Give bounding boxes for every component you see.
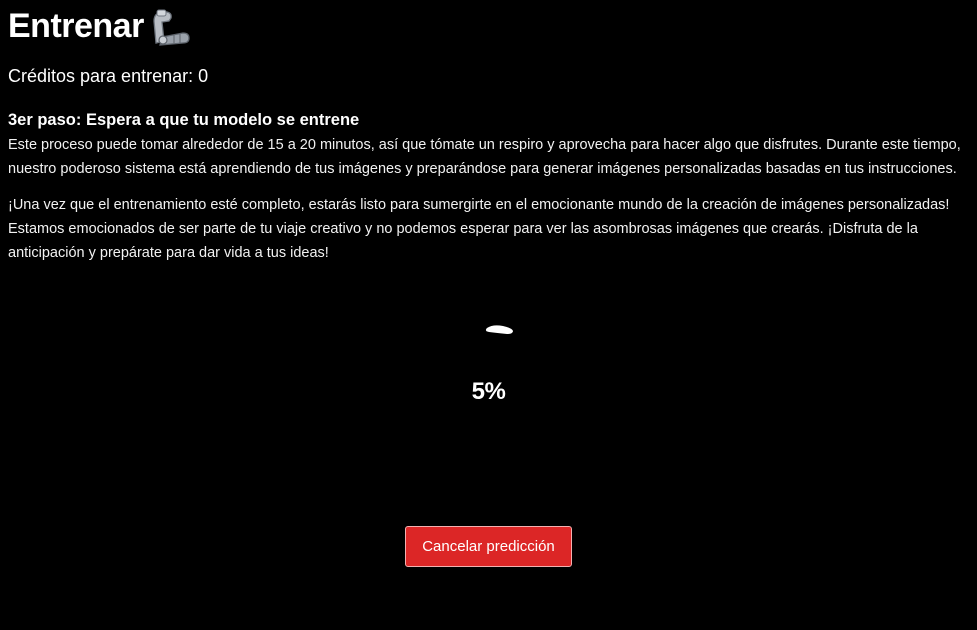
step-encouragement: ¡Una vez que el entrenamiento esté compl… bbox=[8, 197, 950, 261]
credits-label: Créditos para entrenar: 0 bbox=[8, 66, 209, 86]
cancel-prediction-button[interactable]: Cancelar predicción bbox=[405, 526, 572, 567]
step-title: 3er paso: Espera a que tu modelo se entr… bbox=[8, 111, 360, 129]
step-description: Este proceso puede tomar alrededor de 15… bbox=[8, 137, 961, 177]
train-page: Entrenar Créditos para entrenar: 0 3er p… bbox=[8, 0, 969, 265]
page-title: Entrenar bbox=[8, 7, 144, 45]
loading-spinner-icon bbox=[483, 321, 515, 337]
mechanical-arm-icon bbox=[150, 7, 192, 47]
title-row: Entrenar bbox=[8, 0, 969, 52]
progress-percent: 5% bbox=[471, 378, 506, 405]
